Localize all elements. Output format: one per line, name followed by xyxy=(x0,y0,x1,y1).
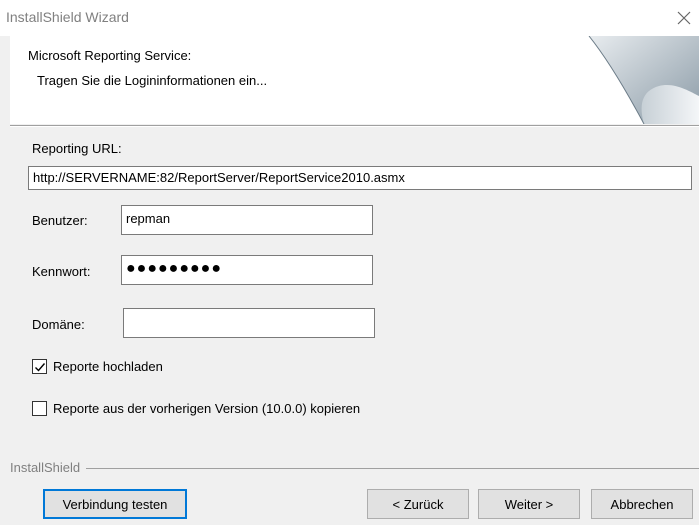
copy-reports-checkbox[interactable] xyxy=(32,401,47,416)
close-icon[interactable] xyxy=(669,0,699,36)
user-field[interactable]: repman xyxy=(121,205,373,235)
page-curl-icon xyxy=(588,36,699,124)
header-subtitle: Tragen Sie die Logininformationen ein... xyxy=(37,73,268,88)
domain-field[interactable] xyxy=(123,308,375,338)
checkmark-icon xyxy=(34,362,45,372)
upload-reports-label: Reporte hochladen xyxy=(53,359,163,374)
copy-reports-label: Reporte aus der vorherigen Version (10.0… xyxy=(53,401,361,416)
url-label: Reporting URL: xyxy=(32,141,122,156)
upload-reports-checkbox[interactable] xyxy=(32,359,47,374)
title-bar: InstallShield Wizard xyxy=(0,0,699,36)
user-label: Benutzer: xyxy=(32,213,88,228)
password-label: Kennwort: xyxy=(32,264,91,279)
next-button[interactable]: Weiter > xyxy=(478,489,580,519)
header-separator xyxy=(10,125,699,127)
copy-reports-checkbox-row[interactable]: Reporte aus der vorherigen Version (10.0… xyxy=(32,401,360,416)
installshield-group: InstallShield xyxy=(10,460,699,475)
password-field[interactable]: ●●●●●●●●● xyxy=(121,255,373,285)
domain-label: Domäne: xyxy=(32,317,85,332)
cancel-button[interactable]: Abbrechen xyxy=(591,489,693,519)
back-button[interactable]: < Zurück xyxy=(367,489,469,519)
upload-reports-checkbox-row[interactable]: Reporte hochladen xyxy=(32,359,163,374)
header-panel: Microsoft Reporting Service: Tragen Sie … xyxy=(10,36,699,124)
test-connection-button[interactable]: Verbindung testen xyxy=(43,489,187,519)
url-field[interactable]: http://SERVERNAME:82/ReportServer/Report… xyxy=(28,166,692,190)
group-divider xyxy=(10,468,699,469)
window-title: InstallShield Wizard xyxy=(6,9,129,25)
installshield-label: InstallShield xyxy=(10,460,87,475)
header-title: Microsoft Reporting Service: xyxy=(28,48,192,63)
